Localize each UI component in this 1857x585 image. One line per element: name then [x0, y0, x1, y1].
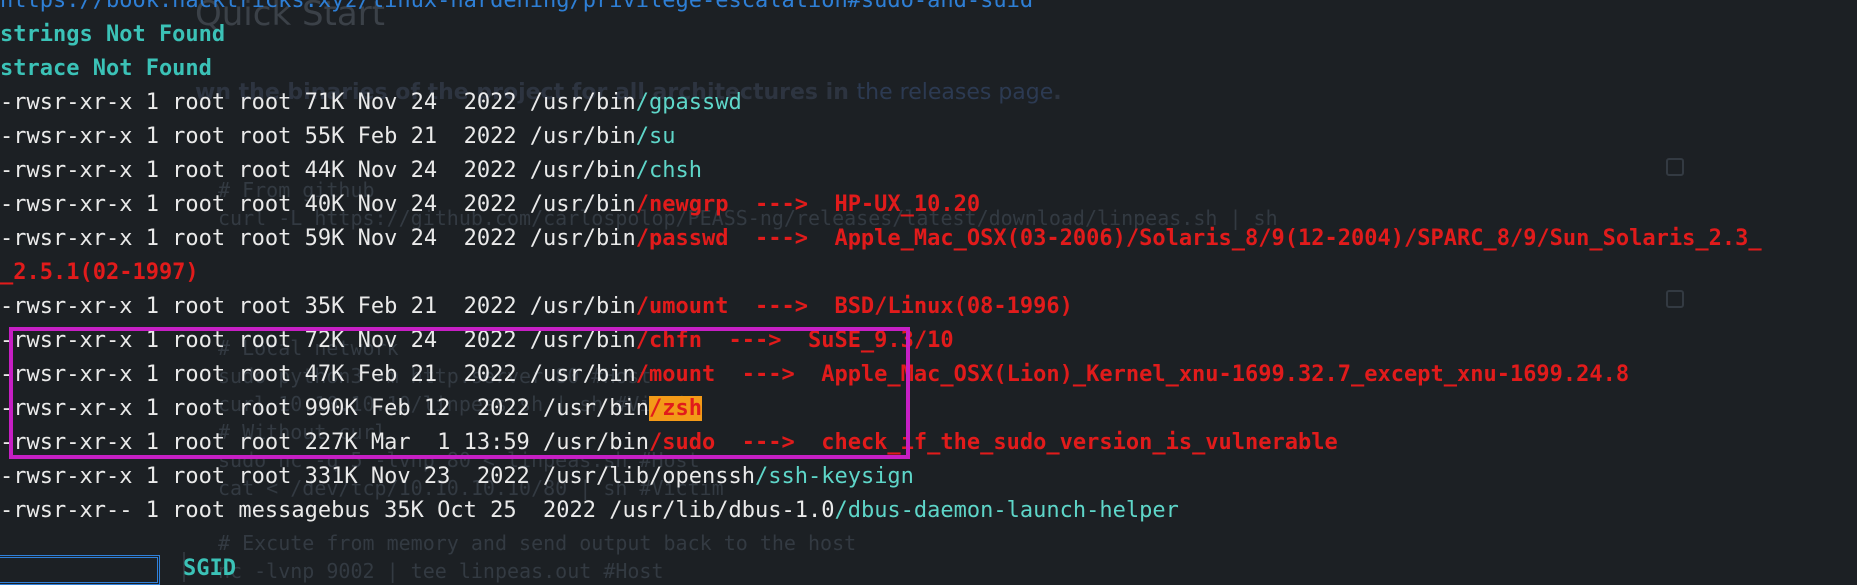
- suid-binary-line: -rwsr-xr-x 1 root root 331K Nov 23 2022 …: [0, 460, 1762, 494]
- background-code-line: nc -lvnp 9002 | tee linpeas.out #Host: [218, 559, 664, 583]
- suid-binary-line: -rwsr-xr-x 1 root root 59K Nov 24 2022 /…: [0, 222, 1762, 256]
- background-code-line: # Excute from memory and send output bac…: [218, 531, 857, 555]
- not-found-line: strace Not Found: [0, 56, 212, 81]
- file-listing: -rwsr-xr-x 1 root root 44K Nov 24 2022 /…: [0, 158, 636, 183]
- file-listing: -rwsr-xr-x 1 root root 331K Nov 23 2022 …: [0, 464, 755, 489]
- binary-name: /ssh-keysign: [754, 464, 914, 489]
- suid-binary-line: -rwsr-xr-- 1 root messagebus 35K Oct 25 …: [0, 494, 1762, 528]
- file-listing: -rwsr-xr-x 1 root root 59K Nov 24 2022 /…: [0, 226, 636, 251]
- sgid-section-heading: SGID: [183, 556, 236, 581]
- suid-binary-line: -rwsr-xr-x 1 root root 35K Feb 21 2022 /…: [0, 290, 1762, 324]
- file-listing: -rwsr-xr-x 1 root root 40K Nov 24 2022 /…: [0, 192, 636, 217]
- binary-name: /chsh: [635, 158, 702, 183]
- binary-name: /umount ---> BSD/Linux(08-1996): [635, 294, 1073, 319]
- not-found-line: strings Not Found: [0, 22, 226, 47]
- annotation-highlight-box: [9, 327, 910, 459]
- suid-binary-line: -rwsr-xr-x 1 root root 44K Nov 24 2022 /…: [0, 154, 1762, 188]
- binary-name: /newgrp ---> HP-UX_10.20: [635, 192, 981, 217]
- suid-binary-line: -rwsr-xr-x 1 root root 55K Feb 21 2022 /…: [0, 120, 1762, 154]
- file-listing: -rwsr-xr-- 1 root messagebus 35K Oct 25 …: [0, 498, 835, 523]
- binary-name: /dbus-daemon-launch-helper: [834, 498, 1179, 523]
- binary-name: /su: [635, 124, 676, 149]
- terminal-partial-line: https://book.hacktricks.xyz/linux-harden…: [0, 0, 1034, 13]
- suid-binary-line: -rwsr-xr-x 1 root root 71K Nov 24 2022 /…: [0, 86, 1762, 120]
- suid-binary-line: -rwsr-xr-x 1 root root 40K Nov 24 2022 /…: [0, 188, 1762, 222]
- file-listing: -rwsr-xr-x 1 root root 71K Nov 24 2022 /…: [0, 90, 636, 115]
- file-listing: -rwsr-xr-x 1 root root 35K Feb 21 2022 /…: [0, 294, 636, 319]
- continuation-line: _2.5.1(02-1997): [0, 260, 199, 285]
- binary-name: /passwd ---> Apple_Mac_OSX(03-2006)/Sola…: [635, 226, 1762, 251]
- file-listing: -rwsr-xr-x 1 root root 55K Feb 21 2022 /…: [0, 124, 636, 149]
- binary-name: /gpasswd: [635, 90, 742, 115]
